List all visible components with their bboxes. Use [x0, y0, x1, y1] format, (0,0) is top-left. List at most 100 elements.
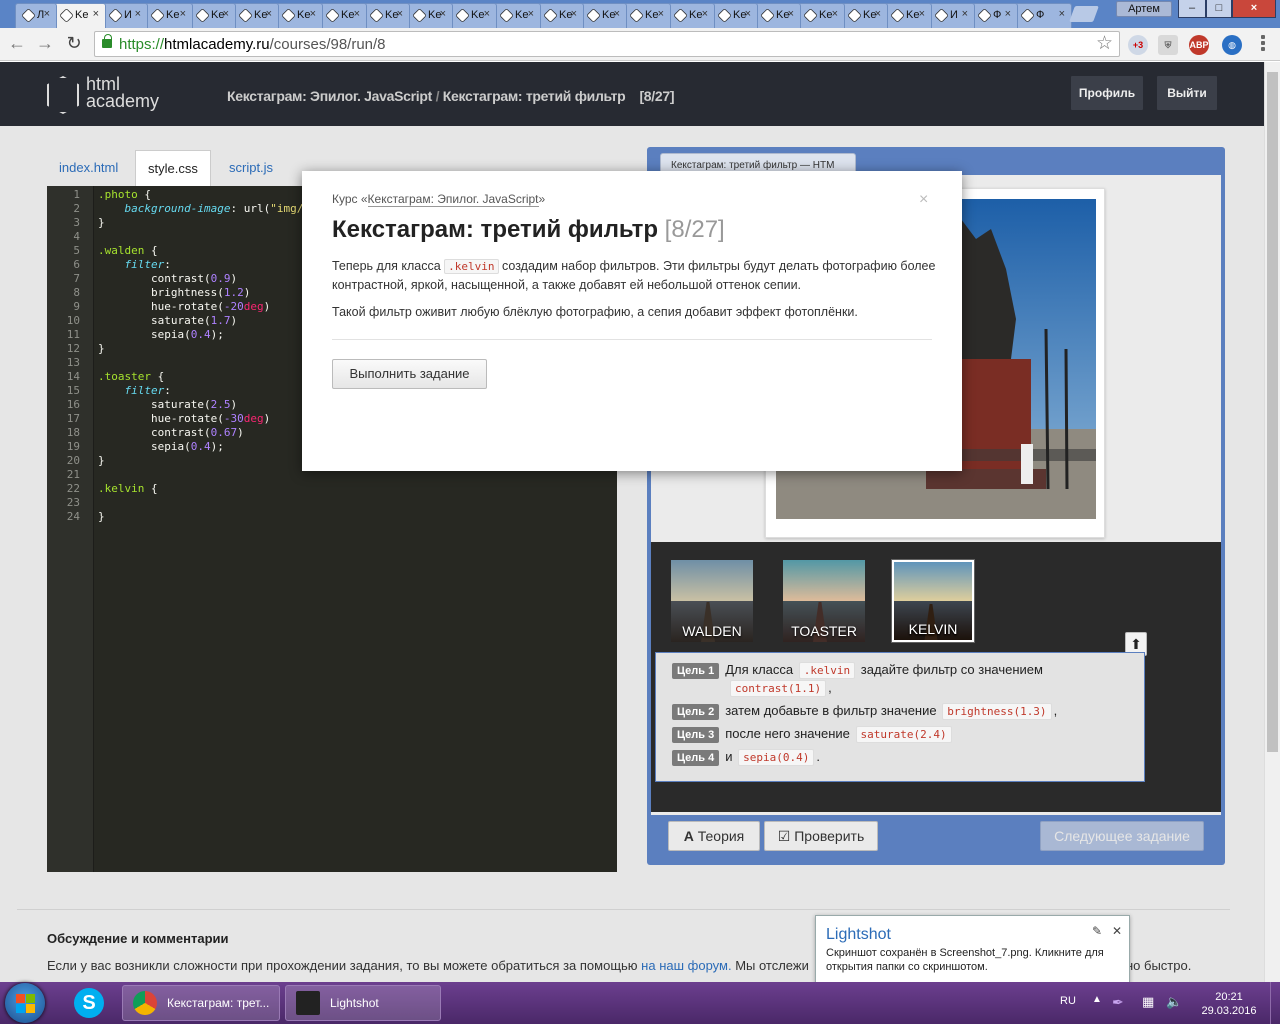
run-task-button[interactable]: Выполнить задание — [332, 359, 487, 389]
taskbar-chrome-window[interactable]: Кекстаграм: трет... — [122, 985, 280, 1021]
browser-profile-button[interactable]: Артем — [1116, 1, 1172, 17]
course-link[interactable]: Кекстаграм: Эпилог. JavaScript — [367, 192, 539, 207]
browser-tab[interactable]: Ke × — [449, 3, 497, 28]
tab-close-icon[interactable]: × — [528, 8, 534, 20]
notification-close-icon[interactable]: ✕ — [1112, 924, 1122, 938]
forum-link[interactable]: на наш форум. — [641, 958, 731, 973]
back-icon[interactable]: ← — [6, 33, 28, 55]
browser-tab[interactable]: И × — [102, 3, 148, 28]
cloud-extension-icon[interactable]: +3 — [1128, 35, 1148, 55]
clock[interactable]: 20:21 29.03.2016 — [1199, 990, 1259, 1018]
lightshot-notification[interactable]: Lightshot ✎ ✕ Скриншот сохранён в Screen… — [815, 915, 1130, 985]
tab-favicon-icon — [847, 8, 862, 23]
browser-tab[interactable]: Ke × — [406, 3, 453, 28]
logout-button[interactable]: Выйти — [1157, 76, 1217, 110]
browser-tab[interactable]: Ke × — [232, 3, 279, 28]
browser-tab[interactable]: Ke × — [580, 3, 627, 28]
browser-tab[interactable]: Ke × — [797, 3, 845, 28]
tab-index-html[interactable]: index.html — [47, 150, 130, 186]
globe-extension-icon[interactable]: ◍ — [1222, 35, 1242, 55]
tab-close-icon[interactable]: × — [223, 8, 229, 20]
new-tab-button[interactable] — [1069, 6, 1099, 22]
browser-tab[interactable]: Ф × — [1014, 3, 1072, 28]
next-task-button[interactable]: Следующее задание — [1040, 821, 1204, 851]
tab-close-icon[interactable]: × — [571, 8, 577, 20]
browser-tab[interactable]: Ke × — [754, 3, 801, 28]
tab-close-icon[interactable]: × — [44, 8, 50, 20]
tab-close-icon[interactable]: × — [614, 8, 620, 20]
theory-button[interactable]: A Теория — [668, 821, 760, 851]
tab-close-icon[interactable]: × — [875, 8, 881, 20]
pin-icon[interactable]: ✎ — [1092, 924, 1102, 938]
reload-icon[interactable]: ↻ — [63, 33, 85, 55]
browser-tab[interactable]: Ke × — [711, 3, 758, 28]
tab-close-icon[interactable]: × — [788, 8, 794, 20]
taskbar-lightshot-window[interactable]: Lightshot — [285, 985, 441, 1021]
filter-walden[interactable]: WALDEN — [671, 560, 753, 642]
start-button[interactable] — [5, 983, 45, 1023]
tab-close-icon[interactable]: × — [484, 8, 490, 20]
browser-tab[interactable]: Ke × — [275, 3, 323, 28]
lightshot-tray-icon[interactable]: ✒ — [1112, 994, 1128, 1010]
profile-button[interactable]: Профиль — [1071, 76, 1143, 110]
tab-script-js[interactable]: script.js — [217, 150, 285, 186]
browser-tab[interactable]: Л × — [15, 3, 57, 28]
forward-icon[interactable]: → — [34, 33, 56, 55]
skype-icon[interactable]: S — [74, 988, 104, 1018]
tab-close-icon[interactable]: × — [440, 8, 446, 20]
tab-close-icon[interactable]: × — [832, 8, 838, 20]
tab-close-icon[interactable]: × — [180, 8, 186, 20]
breadcrumb: Кекстаграм: Эпилог. JavaScript / Кекстаг… — [227, 88, 675, 104]
browser-tab[interactable]: Ke × — [667, 3, 715, 28]
browser-tab[interactable]: Ke × — [189, 3, 236, 28]
browser-tab[interactable]: Ke × — [623, 3, 671, 28]
tab-close-icon[interactable]: × — [745, 8, 751, 20]
browser-menu-icon[interactable] — [1256, 33, 1270, 53]
check-button[interactable]: ☑ Проверить — [764, 821, 878, 851]
adblock-icon[interactable]: ABP — [1189, 35, 1209, 55]
browser-tab[interactable]: Ke × — [493, 3, 541, 28]
browser-tab[interactable]: Ke × — [537, 3, 584, 28]
tab-close-icon[interactable]: × — [397, 8, 403, 20]
tab-close-icon[interactable]: × — [702, 8, 708, 20]
tab-close-icon[interactable]: × — [1059, 8, 1065, 20]
browser-tab[interactable]: Ke × — [363, 3, 410, 28]
breadcrumb-course[interactable]: Кекстаграм: Эпилог. JavaScript — [227, 88, 432, 104]
browser-tab[interactable]: И × — [928, 3, 975, 28]
browser-tab[interactable]: Ke × — [53, 3, 106, 28]
site-logo-text[interactable]: html academy — [86, 75, 159, 110]
line-number: 13 — [66, 356, 80, 369]
tab-close-icon[interactable]: × — [93, 8, 99, 20]
browser-tab[interactable]: Ke × — [319, 3, 367, 28]
tab-close-icon[interactable]: × — [919, 8, 925, 20]
browser-tab[interactable]: Ke × — [841, 3, 888, 28]
tab-close-icon[interactable]: × — [310, 8, 316, 20]
browser-tab[interactable]: Ke × — [884, 3, 932, 28]
shield-extension-icon[interactable]: ⛨ — [1158, 35, 1178, 55]
tray-expand-icon[interactable]: ▲ — [1092, 994, 1102, 1005]
tab-close-icon[interactable]: × — [354, 8, 360, 20]
tab-close-icon[interactable]: × — [1005, 8, 1011, 20]
maximize-button[interactable]: □ — [1206, 0, 1232, 18]
page-scrollbar[interactable] — [1264, 62, 1280, 982]
htmlacademy-logo-icon[interactable] — [47, 76, 79, 114]
network-icon[interactable]: ▦ — [1142, 994, 1158, 1010]
tab-close-icon[interactable]: × — [658, 8, 664, 20]
browser-tab[interactable]: Ф × — [971, 3, 1018, 28]
language-indicator[interactable]: RU — [1060, 995, 1076, 1007]
tab-close-icon[interactable]: × — [962, 8, 968, 20]
filter-toaster[interactable]: TOASTER — [783, 560, 865, 642]
modal-close-icon[interactable]: × — [919, 191, 928, 209]
tab-close-icon[interactable]: × — [135, 8, 141, 20]
line-number: 11 — [66, 328, 80, 341]
browser-tab[interactable]: Ke × — [144, 3, 193, 28]
volume-icon[interactable]: 🔈 — [1166, 994, 1182, 1010]
tab-close-icon[interactable]: × — [266, 8, 272, 20]
filter-kelvin[interactable]: KELVIN — [892, 560, 974, 642]
minimize-button[interactable]: – — [1178, 0, 1206, 18]
tab-style-css[interactable]: style.css — [135, 150, 211, 186]
bookmark-star-icon[interactable]: ☆ — [1096, 32, 1113, 55]
close-window-button[interactable]: × — [1232, 0, 1276, 18]
address-bar[interactable]: https://htmlacademy.ru/courses/98/run/8 … — [94, 31, 1120, 57]
show-desktop-button[interactable] — [1270, 982, 1280, 1024]
